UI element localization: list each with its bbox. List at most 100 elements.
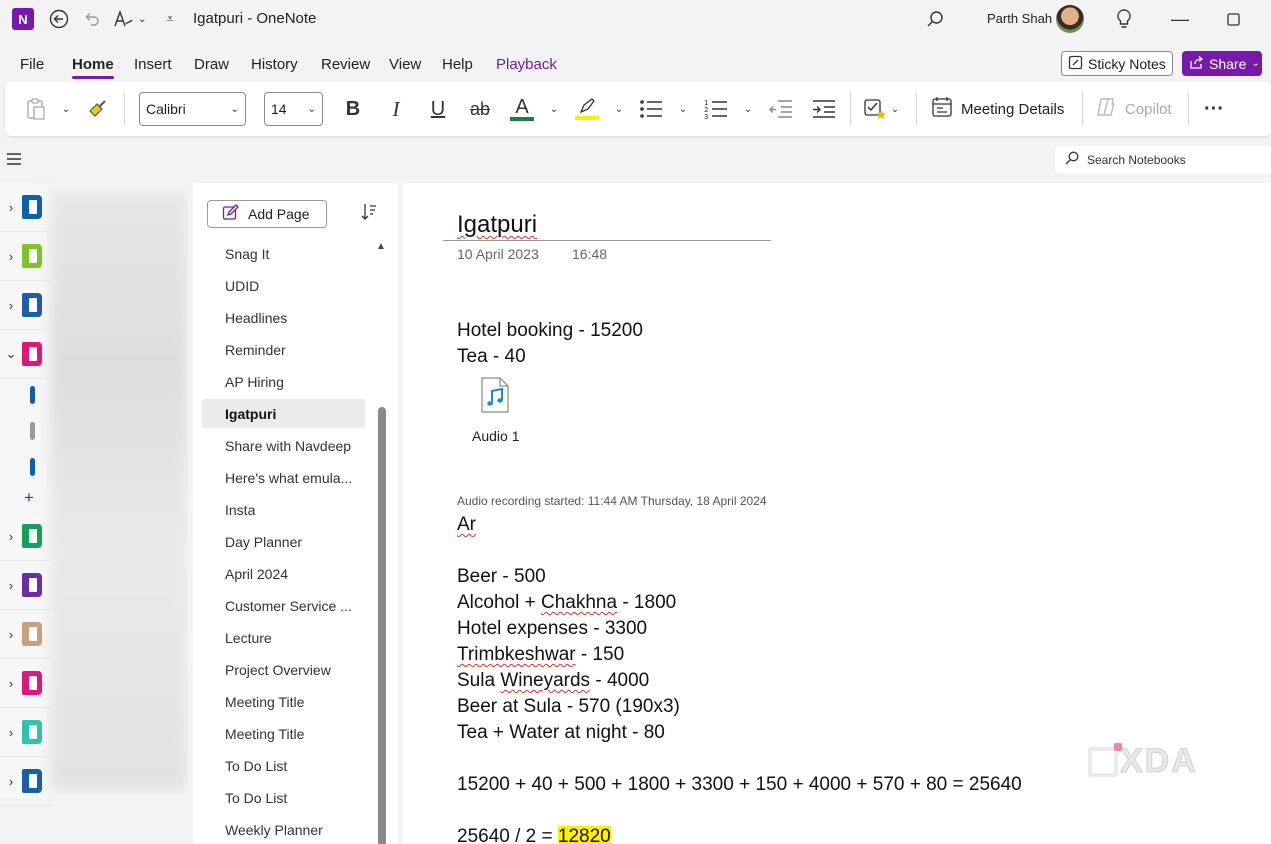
bullets-icon[interactable] — [638, 94, 664, 124]
increase-indent-icon[interactable] — [811, 94, 837, 124]
share-button[interactable]: Share ⌄ — [1182, 51, 1262, 76]
chevron-down-icon[interactable]: ⌄ — [0, 346, 22, 362]
quick-access-dropdown-icon[interactable]: ⩡ — [157, 6, 183, 32]
hamburger-menu-icon[interactable] — [6, 152, 22, 171]
minimize-icon[interactable]: — — [1165, 4, 1195, 34]
note-line[interactable]: Tea - 40 — [457, 346, 526, 368]
note-line[interactable]: Trimbkeshwar - 150 — [457, 644, 624, 666]
note-line[interactable]: Beer at Sula - 570 (190x3) — [457, 696, 680, 718]
add-section-button[interactable]: + — [24, 488, 34, 508]
ink-to-text-icon[interactable] — [110, 6, 136, 32]
page-list-item[interactable]: Meeting Title — [202, 719, 365, 748]
section-tab[interactable] — [30, 422, 35, 440]
tab-review[interactable]: Review — [321, 56, 370, 73]
tab-home[interactable]: Home — [72, 56, 114, 79]
chevron-right-icon[interactable]: › — [0, 725, 22, 740]
page-list-item[interactable]: Share with Navdeep — [202, 431, 365, 460]
notebook-item[interactable]: › — [0, 757, 50, 806]
note-line[interactable]: Sula Wineyards - 4000 — [457, 670, 649, 692]
page-list-item[interactable]: Reminder — [202, 335, 365, 364]
tab-insert[interactable]: Insert — [134, 56, 172, 73]
notebook-item[interactable]: › — [0, 183, 50, 232]
search-notebooks-input[interactable]: Search Notebooks — [1055, 146, 1271, 173]
note-line[interactable]: Beer - 500 — [457, 566, 546, 588]
highlight-dropdown-icon[interactable]: ⌄ — [613, 94, 625, 124]
notebook-item[interactable]: › — [0, 659, 50, 708]
bold-button[interactable]: B — [341, 94, 365, 124]
page-list-item[interactable]: To Do List — [202, 783, 365, 812]
notebook-item[interactable]: › — [0, 281, 50, 330]
note-line[interactable]: Ar — [457, 514, 476, 536]
paste-icon[interactable] — [23, 94, 49, 124]
sticky-notes-button[interactable]: Sticky Notes — [1061, 51, 1173, 76]
scroll-up-icon[interactable]: ▲ — [376, 241, 386, 252]
page-list-item[interactable]: AP Hiring — [202, 367, 365, 396]
strikethrough-button[interactable]: ab — [467, 94, 493, 124]
audio-file-label[interactable]: Audio 1 — [472, 428, 519, 444]
maximize-icon[interactable] — [1218, 4, 1248, 34]
meeting-details-button[interactable]: Meeting Details — [931, 94, 1064, 124]
page-list-item[interactable]: Lecture — [202, 623, 365, 652]
more-options-icon[interactable]: ··· — [1201, 94, 1227, 124]
font-color-dropdown-icon[interactable]: ⌄ — [548, 94, 560, 124]
page-list-item[interactable]: Customer Service ... — [202, 591, 365, 620]
page-list-item[interactable]: Project Overview — [202, 655, 365, 684]
page-list-item[interactable]: Here's what emula... — [202, 463, 365, 492]
notebook-item[interactable]: › — [0, 561, 50, 610]
page-list-item[interactable]: To Do List — [202, 751, 365, 780]
ink-dropdown-chevron-icon[interactable]: ⌄ — [138, 14, 146, 25]
format-painter-icon[interactable] — [85, 94, 111, 124]
page-list-item[interactable]: Weekly Planner — [202, 815, 365, 844]
notebook-item[interactable]: › — [0, 512, 50, 561]
add-page-button[interactable]: Add Page — [207, 200, 327, 228]
tab-view[interactable]: View — [389, 56, 421, 73]
numbering-dropdown-icon[interactable]: ⌄ — [742, 94, 754, 124]
paste-dropdown-icon[interactable]: ⌄ — [60, 94, 72, 124]
chevron-right-icon[interactable]: › — [0, 627, 22, 642]
note-line[interactable]: Hotel expenses - 3300 — [457, 618, 647, 640]
font-size-select[interactable]: 14 ⌄ — [264, 92, 323, 126]
font-name-select[interactable]: Calibri ⌄ — [139, 92, 246, 126]
note-line[interactable]: 25640 / 2 = 12820 — [457, 826, 611, 844]
page-list-item[interactable]: Igatpuri — [202, 399, 365, 428]
chevron-right-icon[interactable]: › — [0, 676, 22, 691]
sort-pages-icon[interactable] — [361, 203, 377, 226]
notebook-item[interactable]: › — [0, 232, 50, 281]
note-line[interactable]: 15200 + 40 + 500 + 1800 + 3300 + 150 + 4… — [457, 774, 1022, 796]
audio-file-icon[interactable] — [481, 377, 509, 413]
bullets-dropdown-icon[interactable]: ⌄ — [677, 94, 689, 124]
back-icon[interactable] — [46, 6, 72, 32]
notebook-item[interactable]: ⌄ — [0, 330, 50, 379]
search-icon[interactable] — [922, 6, 948, 32]
page-title[interactable]: Igatpuri — [457, 211, 537, 239]
undo-icon[interactable] — [79, 6, 105, 32]
notebook-item[interactable]: › — [0, 708, 50, 757]
section-tab[interactable] — [30, 386, 35, 404]
page-list-item[interactable]: UDID — [202, 271, 365, 300]
page-list-item[interactable]: Snag It — [202, 239, 365, 268]
copilot-button[interactable]: Copilot — [1095, 94, 1172, 124]
chevron-right-icon[interactable]: › — [0, 249, 22, 264]
highlight-button[interactable] — [573, 94, 601, 124]
chevron-right-icon[interactable]: › — [0, 529, 22, 544]
chevron-right-icon[interactable]: › — [0, 200, 22, 215]
notebook-item[interactable]: › — [0, 610, 50, 659]
tab-playback[interactable]: Playback — [496, 56, 557, 73]
chevron-right-icon[interactable]: › — [0, 774, 22, 789]
page-list-scrollbar[interactable] — [378, 407, 386, 844]
chevron-right-icon[interactable]: › — [0, 578, 22, 593]
decrease-indent-icon[interactable] — [768, 94, 794, 124]
tab-file[interactable]: File — [20, 56, 44, 73]
tab-draw[interactable]: Draw — [194, 56, 229, 73]
tab-history[interactable]: History — [251, 56, 298, 73]
tag-icon[interactable] — [862, 94, 888, 124]
page-list-item[interactable]: Day Planner — [202, 527, 365, 556]
note-line[interactable]: Tea + Water at night - 80 — [457, 722, 665, 744]
underline-button[interactable]: U — [426, 94, 450, 124]
user-name[interactable]: Parth Shah — [987, 11, 1052, 26]
section-tab[interactable] — [30, 458, 35, 476]
avatar[interactable] — [1056, 5, 1084, 33]
tab-help[interactable]: Help — [442, 56, 473, 73]
note-line[interactable]: Alcohol + Chakhna - 1800 — [457, 592, 676, 614]
numbering-icon[interactable]: 123 — [703, 94, 729, 124]
